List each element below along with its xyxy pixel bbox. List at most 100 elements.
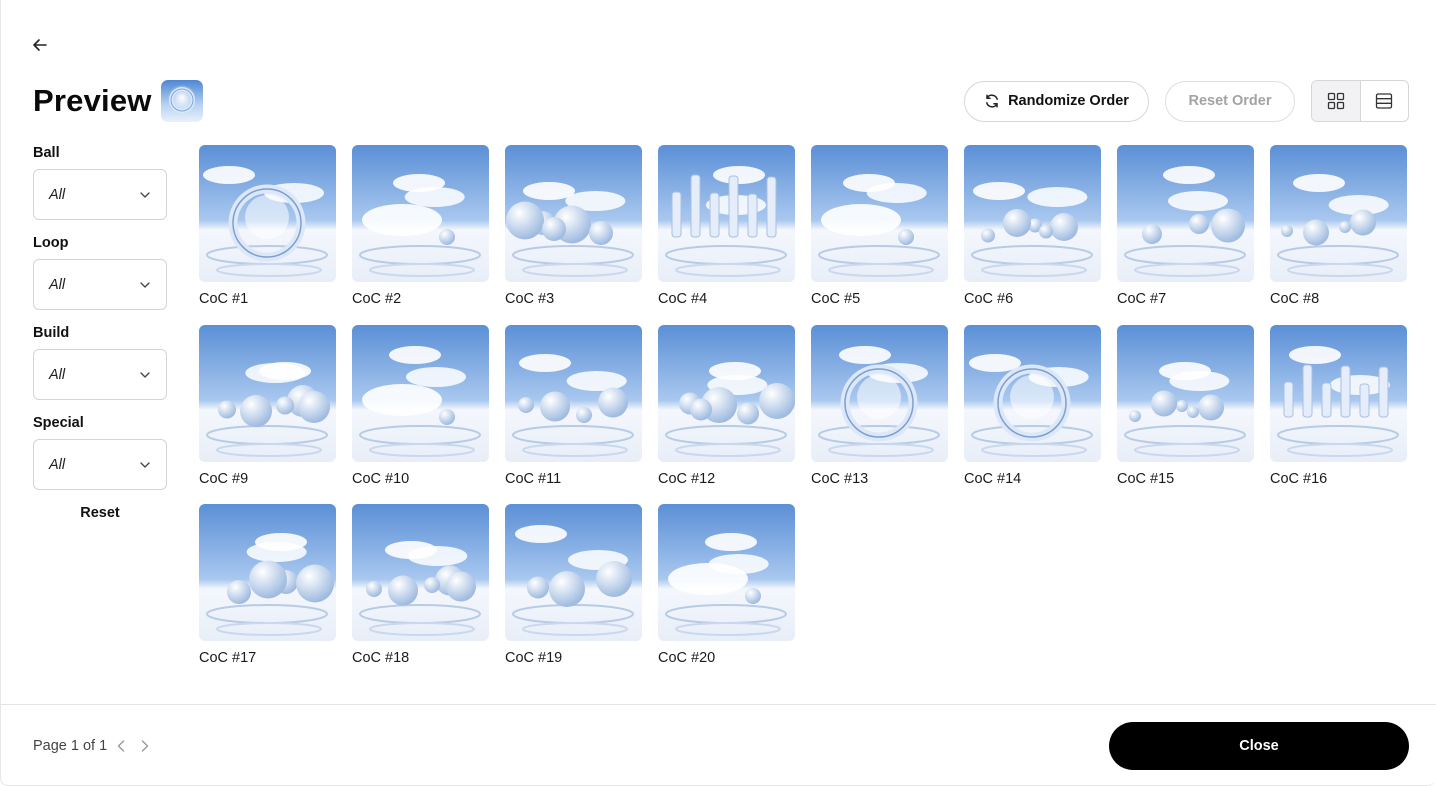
nft-card-label: CoC #3 [505, 291, 555, 307]
nft-card-label: CoC #5 [811, 291, 861, 307]
nft-card[interactable]: CoC #17 [199, 504, 336, 684]
chevron-down-icon [140, 191, 150, 198]
nft-card-label: CoC #9 [199, 470, 249, 487]
filter-loop: Loop All [33, 234, 167, 310]
prev-page-button[interactable] [117, 740, 125, 752]
page-title: Preview [33, 83, 152, 118]
nft-thumbnail [199, 324, 336, 462]
close-button[interactable]: Close [1109, 722, 1409, 770]
nft-card[interactable]: CoC #12 [658, 324, 795, 505]
filter-panel: Ball All Loop All Build All Special All … [33, 144, 167, 521]
nft-thumbnail [658, 145, 795, 282]
chevron-down-icon [140, 371, 150, 378]
grid-view-button[interactable] [1312, 81, 1361, 121]
nft-card[interactable]: CoC #11 [505, 324, 642, 505]
filter-label: Loop [33, 235, 69, 251]
nft-card[interactable]: CoC #19 [505, 504, 642, 684]
nft-card[interactable]: CoC #7 [1117, 145, 1254, 325]
nft-thumbnail [1270, 145, 1407, 282]
nft-card-label: CoC #14 [964, 470, 1022, 487]
collection-thumbnail-icon [160, 80, 203, 122]
randomize-order-label: Randomize Order [1008, 93, 1129, 109]
chevron-down-icon [140, 281, 150, 288]
nft-card-label: CoC #6 [964, 291, 1014, 307]
nft-card-label: CoC #17 [199, 650, 257, 666]
refresh-icon [984, 93, 1000, 109]
nft-thumbnail [505, 504, 642, 641]
nft-card-label: CoC #7 [1117, 291, 1167, 307]
nft-card[interactable]: CoC #9 [199, 324, 336, 505]
filter-label: Ball [33, 145, 60, 161]
nft-thumbnail [505, 145, 642, 282]
chevron-down-icon [140, 461, 150, 468]
nft-grid: CoC #1 CoC #2 CoC #3 CoC #4 CoC #5 CoC #6 CoC … [199, 145, 1409, 684]
filter-build: Build All [33, 324, 167, 400]
randomize-order-button[interactable]: Randomize Order [964, 80, 1149, 122]
nft-card[interactable]: CoC #15 [1117, 324, 1254, 505]
reset-filters-button[interactable]: Reset [33, 505, 167, 521]
select-value: All [49, 276, 66, 293]
nft-thumbnail [199, 145, 336, 282]
select-value: All [49, 456, 66, 473]
nft-card-label: CoC #2 [352, 291, 402, 307]
reset-order-label: Reset Order [1188, 93, 1272, 109]
filter-special: Special All [33, 414, 167, 490]
back-button[interactable] [28, 33, 52, 57]
nft-card[interactable]: CoC #18 [352, 504, 489, 684]
nft-thumbnail [352, 145, 489, 282]
nft-thumbnail [199, 504, 336, 641]
nft-thumbnail [1117, 145, 1254, 282]
nft-thumbnail [811, 324, 948, 462]
reset-order-button[interactable]: Reset Order [1165, 80, 1295, 122]
nft-thumbnail [658, 504, 795, 641]
nft-card[interactable]: CoC #8 [1270, 145, 1407, 325]
nft-card[interactable]: CoC #5 [811, 145, 948, 325]
nft-thumbnail [352, 504, 489, 641]
nft-card[interactable]: CoC #16 [1270, 324, 1407, 505]
nft-card-label: CoC #19 [505, 650, 563, 666]
build-select[interactable]: All [33, 349, 167, 400]
loop-select[interactable]: All [33, 259, 167, 310]
nft-card[interactable]: CoC #20 [658, 504, 795, 684]
nft-card-label: CoC #16 [1270, 470, 1328, 487]
nft-card[interactable]: CoC #1 [199, 145, 336, 325]
next-page-button[interactable] [141, 740, 149, 752]
nft-card[interactable]: CoC #2 [352, 145, 489, 325]
nft-card-label: CoC #1 [199, 291, 249, 307]
select-value: All [49, 366, 66, 383]
view-toggle [1311, 80, 1409, 122]
toolbar: Randomize Order Reset Order [964, 80, 1409, 122]
nft-thumbnail [352, 324, 489, 462]
nft-thumbnail [964, 324, 1101, 462]
select-value: All [49, 186, 66, 203]
arrow-left-icon [33, 39, 47, 51]
nft-card-label: CoC #18 [352, 650, 410, 666]
filter-label: Build [33, 325, 70, 341]
nft-thumbnail [505, 324, 642, 462]
nft-thumbnail [1117, 324, 1254, 462]
nft-card[interactable]: CoC #13 [811, 324, 948, 505]
nft-card[interactable]: CoC #6 [964, 145, 1101, 325]
chevron-right-icon [141, 740, 149, 752]
nft-card[interactable]: CoC #10 [352, 324, 489, 505]
nft-thumbnail [811, 145, 948, 282]
nft-card-label: CoC #4 [658, 291, 708, 307]
grid-view-icon [1327, 92, 1344, 110]
nft-card-label: CoC #20 [658, 650, 716, 666]
nft-thumbnail [964, 145, 1101, 282]
ball-select[interactable]: All [33, 169, 167, 220]
nft-card-label: CoC #15 [1117, 470, 1175, 487]
nft-card-label: CoC #10 [352, 470, 410, 487]
footer-divider [1, 704, 1436, 705]
filter-ball: Ball All [33, 144, 167, 220]
special-select[interactable]: All [33, 439, 167, 490]
nft-thumbnail [1270, 324, 1407, 462]
chevron-left-icon [117, 740, 125, 752]
nft-card[interactable]: CoC #3 [505, 145, 642, 325]
close-label: Close [1239, 738, 1279, 754]
nft-card-label: CoC #12 [658, 470, 716, 487]
nft-card[interactable]: CoC #14 [964, 324, 1101, 505]
filter-label: Special [33, 415, 84, 431]
list-view-button[interactable] [1361, 81, 1409, 121]
nft-card[interactable]: CoC #4 [658, 145, 795, 325]
